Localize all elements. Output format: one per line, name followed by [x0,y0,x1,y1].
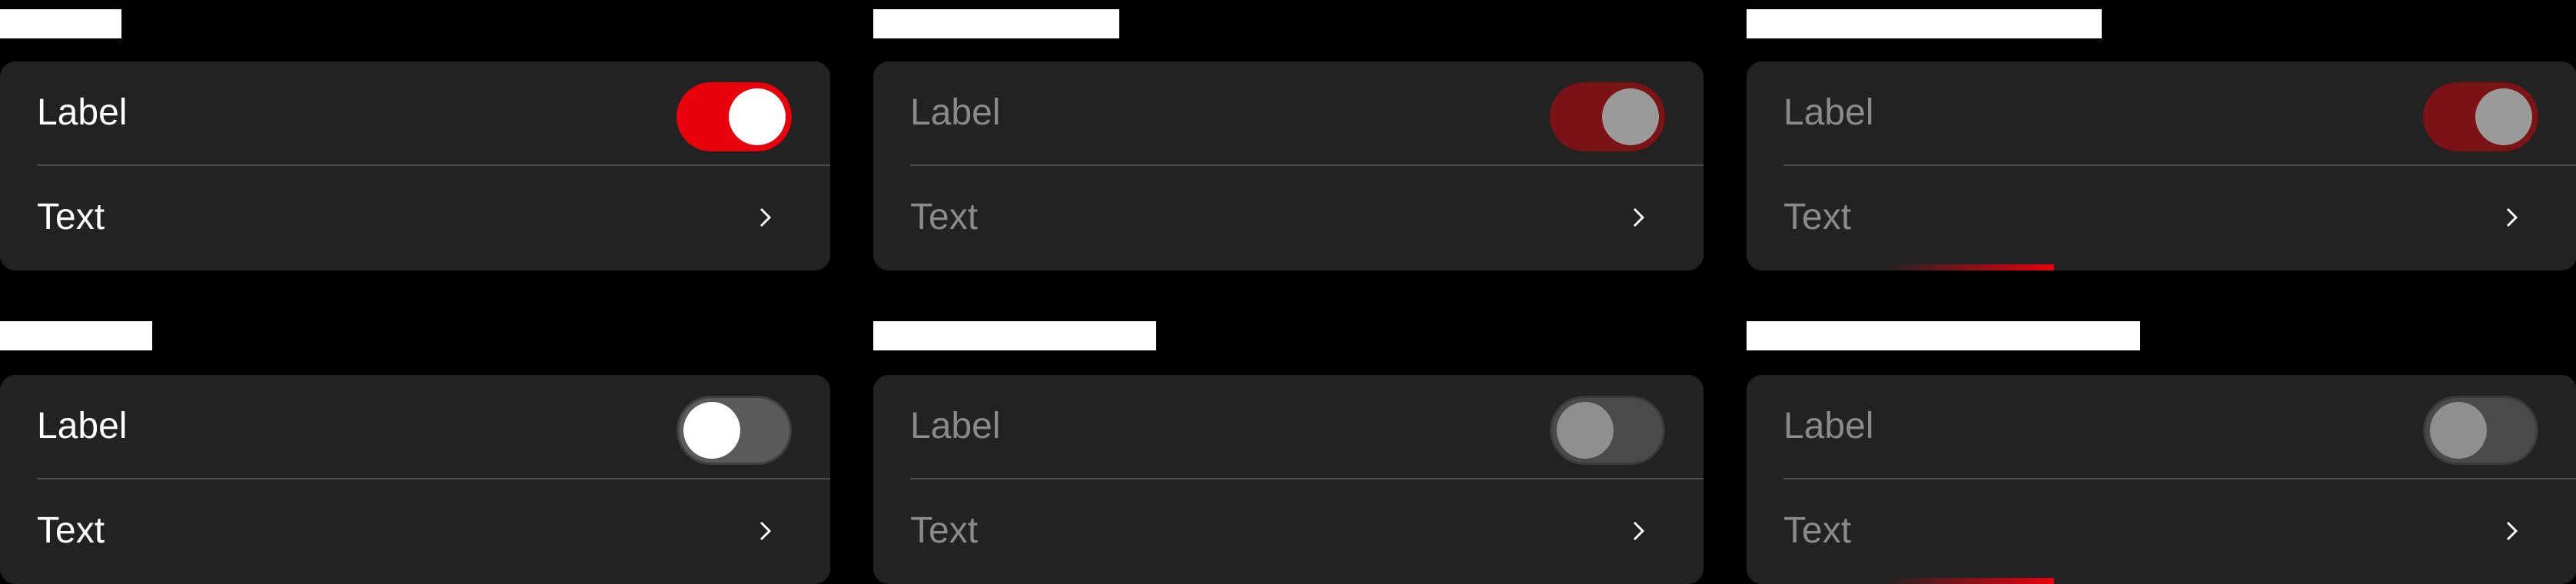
toggle-label: Label [37,92,128,133]
toggle-label: Label [37,406,128,446]
toggle-row[interactable]: Label [873,375,1703,478]
toggle-row[interactable]: Label [873,61,1703,164]
nav-row-text: Text [910,510,979,551]
nav-row[interactable]: Text [1747,479,2576,582]
nav-row[interactable]: Text [0,166,830,269]
toggle-switch[interactable] [676,82,792,151]
toggle-row[interactable]: Label [1747,61,2576,164]
variant-heading: Unselected disabled loading [1747,321,2140,350]
settings-card: Label Text [0,375,830,584]
nav-row-text: Text [37,510,105,551]
nav-row[interactable]: Text [1747,166,2576,269]
toggle-switch[interactable] [1550,82,1665,151]
nav-row[interactable]: Text [0,479,830,582]
chevron-right-icon [1633,207,1645,227]
settings-card: Label Text [1747,375,2576,584]
toggle-knob [683,402,740,459]
toggle-label: Label [1783,406,1874,446]
toggle-knob [2430,402,2487,459]
toggle-knob [1557,402,1614,459]
chevron-right-icon [2506,521,2518,541]
toggle-row[interactable]: Label [1747,375,2576,478]
loading-indicator [1885,578,2054,584]
variant-heading: Default disabled loading [1747,9,2102,38]
nav-row-text: Text [910,197,979,237]
variant-heading: Unselected [0,321,152,350]
toggle-knob [2475,88,2532,145]
variant-heading: Default disabled [873,9,1119,38]
nav-row-text: Text [1783,510,1852,551]
loading-indicator [1885,264,2054,270]
variant-heading: Default [0,9,121,38]
nav-row[interactable]: Text [873,166,1703,269]
toggle-label: Label [910,406,1001,446]
variant-heading: Unselected disabled [873,321,1156,350]
toggle-switch[interactable] [1550,396,1665,465]
settings-card: Label Text [873,61,1703,270]
toggle-knob [1602,88,1659,145]
toggle-label: Label [1783,92,1874,133]
toggle-row[interactable]: Label [0,61,830,164]
chevron-right-icon [2506,207,2518,227]
chevron-right-icon [760,207,772,227]
settings-card: Label Text [0,61,830,270]
toggle-row[interactable]: Label [0,375,830,478]
chevron-right-icon [1633,521,1645,541]
settings-card: Label Text [873,375,1703,584]
settings-card: Label Text [1747,61,2576,270]
nav-row[interactable]: Text [873,479,1703,582]
nav-row-text: Text [1783,197,1852,237]
toggle-switch[interactable] [2423,396,2538,465]
toggle-label: Label [910,92,1001,133]
toggle-switch[interactable] [2423,82,2538,151]
toggle-knob [729,88,786,145]
toggle-switch[interactable] [676,396,792,465]
chevron-right-icon [760,521,772,541]
nav-row-text: Text [37,197,105,237]
